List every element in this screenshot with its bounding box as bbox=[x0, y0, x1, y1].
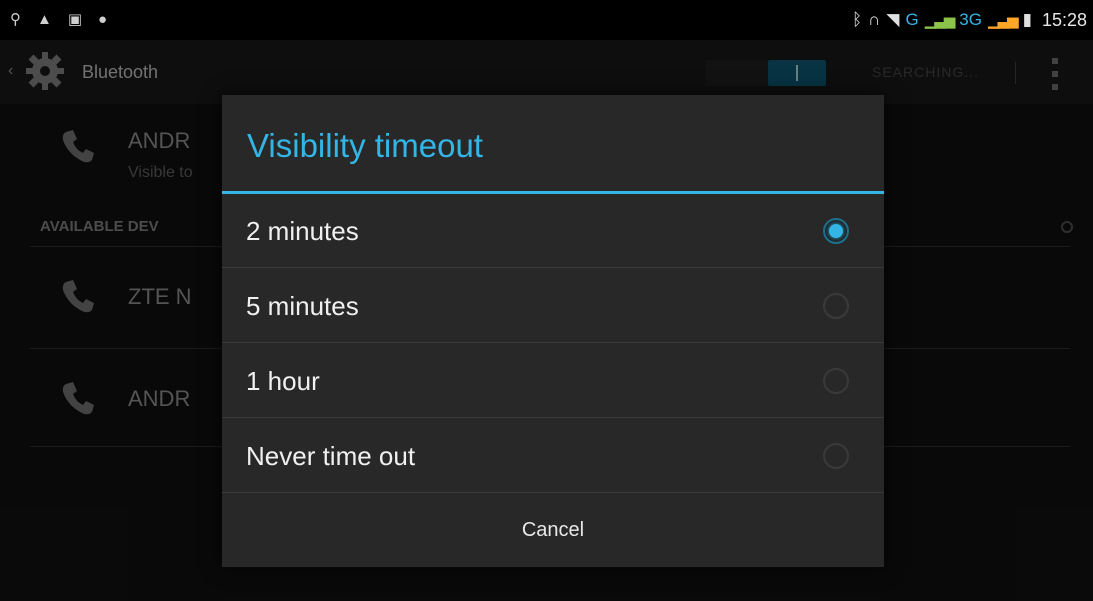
clock: 15:28 bbox=[1041, 9, 1087, 30]
option-never-time-out[interactable]: Never time out bbox=[222, 419, 884, 493]
option-5-minutes[interactable]: 5 minutes bbox=[222, 269, 884, 343]
headset-icon: ∩ bbox=[868, 10, 881, 29]
cancel-button[interactable]: Cancel bbox=[222, 493, 884, 567]
radio-unselected-icon[interactable] bbox=[823, 368, 849, 394]
option-label: Never time out bbox=[246, 441, 416, 471]
visibility-timeout-dialog: Visibility timeout 2 minutes 5 minutes 1… bbox=[222, 95, 884, 567]
battery-icon: ▮ bbox=[1022, 10, 1032, 29]
android-debug-icon: ● bbox=[98, 11, 108, 28]
usb-icon: ⚲ bbox=[10, 11, 21, 28]
notification-icons: ⚲ ▲ ▣ ● bbox=[10, 8, 107, 32]
option-label: 2 minutes bbox=[246, 216, 359, 246]
signal-icon: ▁▃▅ bbox=[924, 12, 956, 29]
signal-icon-2: ▁▃▅ bbox=[987, 12, 1019, 29]
network-type-3g: 3G bbox=[959, 10, 982, 29]
image-icon: ▣ bbox=[67, 11, 83, 28]
option-1-hour[interactable]: 1 hour bbox=[222, 344, 884, 418]
network-type-g: G bbox=[905, 10, 919, 29]
lock-icon: ▲ bbox=[37, 11, 52, 28]
option-label: 5 minutes bbox=[246, 291, 359, 321]
radio-unselected-icon[interactable] bbox=[823, 443, 849, 469]
status-bar: ⚲ ▲ ▣ ● ᛒ ∩ ◥ G ▁▃▅ 3G ▁▃▅ ▮ 15:28 bbox=[0, 0, 1093, 40]
bluetooth-icon: ᛒ bbox=[851, 10, 863, 29]
radio-unselected-icon[interactable] bbox=[823, 293, 849, 319]
dialog-title: Visibility timeout bbox=[247, 127, 483, 164]
radio-selected-icon[interactable] bbox=[823, 218, 849, 244]
system-icons: ᛒ ∩ ◥ G ▁▃▅ 3G ▁▃▅ ▮ 15:28 bbox=[852, 6, 1087, 34]
option-label: 1 hour bbox=[246, 366, 320, 396]
wifi-icon: ◥ bbox=[886, 10, 900, 29]
option-2-minutes[interactable]: 2 minutes bbox=[222, 194, 884, 268]
